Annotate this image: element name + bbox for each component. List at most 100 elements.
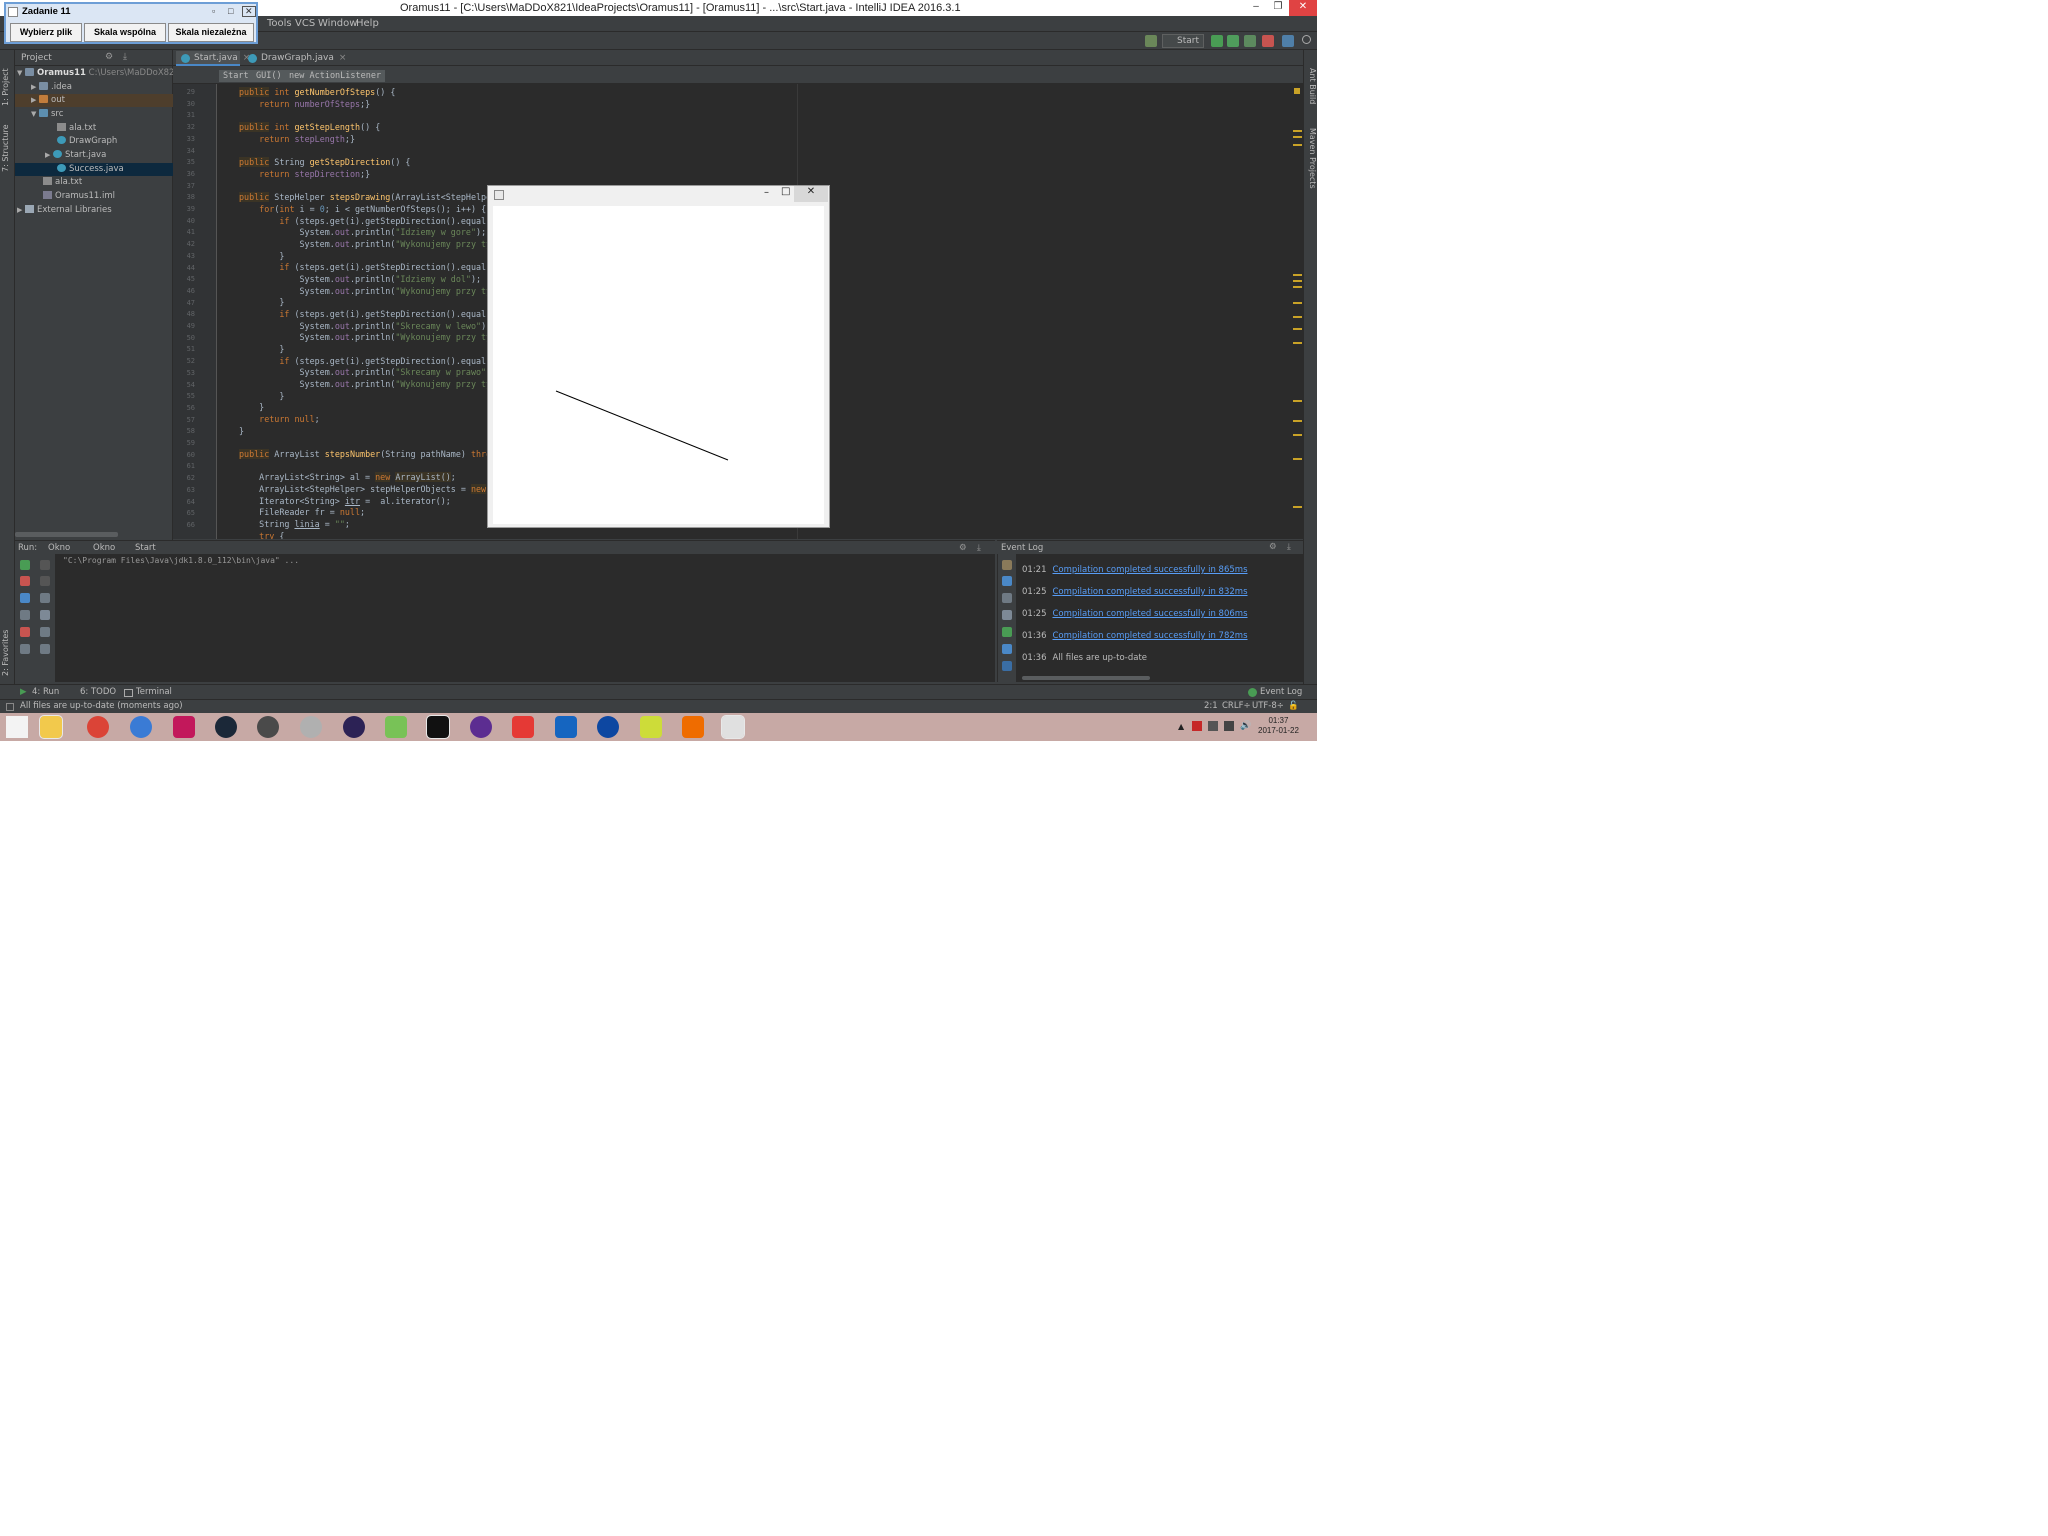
app-icon[interactable] [512, 716, 534, 738]
maximize-button[interactable]: □ [781, 186, 790, 197]
stripe-mark[interactable] [1293, 280, 1302, 282]
breadcrumb-start[interactable]: Start [219, 70, 253, 82]
file-explorer-icon[interactable] [39, 715, 63, 739]
tray-chevron-icon[interactable]: ▲ [1178, 722, 1184, 731]
app-icon[interactable] [257, 716, 279, 738]
down-icon[interactable] [40, 576, 50, 586]
trash-icon[interactable] [1002, 644, 1012, 654]
pause-icon[interactable] [20, 593, 30, 603]
stripe-mark[interactable] [1293, 130, 1302, 132]
lock-icon[interactable]: 🔓 [1288, 701, 1299, 711]
tool-tab-structure[interactable]: 7: Structure [1, 114, 14, 172]
dump-threads-icon[interactable] [20, 610, 30, 620]
stripe-mark[interactable] [1293, 286, 1302, 288]
stripe-mark[interactable] [1293, 328, 1302, 330]
network-icon[interactable] [1224, 721, 1234, 731]
stripe-mark[interactable] [1293, 434, 1302, 436]
maximize-button[interactable]: ❐ [1267, 0, 1289, 16]
java-icon[interactable] [721, 715, 745, 739]
mark-read-icon[interactable] [1002, 576, 1012, 586]
intellij-icon[interactable] [426, 715, 450, 739]
close-tab-icon[interactable]: × [339, 53, 347, 63]
tree-item-start-java[interactable]: ▶ Start.java [15, 149, 173, 162]
tool-tab-maven[interactable]: Maven Projects [1305, 128, 1317, 189]
common-scale-button[interactable]: Skala wspólna [84, 23, 166, 42]
stripe-mark[interactable] [1293, 144, 1302, 146]
choose-file-button[interactable]: Wybierz plik [10, 23, 82, 42]
tool-tab-ant-build[interactable]: Ant Build [1305, 68, 1317, 108]
breadcrumb-action-listener[interactable]: new ActionListener [285, 70, 386, 82]
android-studio-icon[interactable] [385, 716, 407, 738]
event-link[interactable]: Compilation completed successfully in 80… [1053, 609, 1248, 619]
hide-icon[interactable]: ⤓ [977, 543, 981, 553]
menu-tools[interactable]: Tools [267, 18, 292, 29]
build-icon[interactable] [1145, 35, 1157, 47]
close-icon[interactable]: ✕ [242, 6, 256, 17]
eclipse-icon[interactable] [343, 716, 365, 738]
stripe-mark[interactable] [1293, 342, 1302, 344]
rerun-icon[interactable] [20, 560, 30, 570]
tree-item-ala-txt[interactable]: ala.txt [15, 176, 173, 189]
event-link[interactable]: Compilation completed successfully in 86… [1053, 565, 1248, 575]
tree-item-drawgraph[interactable]: DrawGraph [15, 135, 173, 148]
app-icon[interactable] [682, 716, 704, 738]
tab-drawgraph-java[interactable]: DrawGraph.java × [243, 51, 346, 66]
app-icon[interactable] [597, 716, 619, 738]
scroll-to-end-icon[interactable] [1002, 610, 1012, 620]
horizontal-scrollbar[interactable] [1022, 676, 1150, 680]
help-icon[interactable] [1002, 661, 1012, 671]
stripe-mark[interactable] [1293, 400, 1302, 402]
stripe-mark[interactable] [1293, 302, 1302, 304]
hide-icon[interactable]: ⤓ [1287, 542, 1291, 552]
run-tab-start[interactable]: Start [135, 543, 156, 553]
visual-studio-icon[interactable] [470, 716, 492, 738]
file-encoding[interactable]: UTF-8÷ [1252, 701, 1284, 711]
tool-tab-favorites[interactable]: 2: Favorites [1, 620, 14, 676]
wrap-icon[interactable] [40, 593, 50, 603]
debug-icon[interactable] [1227, 35, 1239, 47]
console-output[interactable]: "C:\Program Files\Java\jdk1.8.0_112\bin\… [63, 556, 299, 565]
menu-window[interactable]: Window [318, 18, 357, 29]
breadcrumb-gui[interactable]: GUI() [252, 70, 286, 82]
tree-item-ala-txt-src[interactable]: ala.txt [15, 122, 173, 135]
scroll-to-end-icon[interactable] [40, 610, 50, 620]
wrap-icon[interactable] [1002, 593, 1012, 603]
stripe-mark[interactable] [1293, 316, 1302, 318]
restore-icon[interactable]: ▫ [212, 6, 215, 16]
tool-tab-terminal[interactable]: Terminal [136, 687, 172, 697]
run-icon[interactable] [1211, 35, 1223, 47]
chrome-icon[interactable] [87, 716, 109, 738]
event-link[interactable]: Compilation completed successfully in 83… [1053, 587, 1248, 597]
up-icon[interactable] [40, 560, 50, 570]
tray-icon[interactable] [1208, 721, 1218, 731]
stripe-mark[interactable] [1293, 136, 1302, 138]
app-icon[interactable] [173, 716, 195, 738]
drawing-canvas[interactable] [493, 206, 824, 524]
stripe-mark[interactable] [1293, 420, 1302, 422]
run-tab-okno-2[interactable]: Okno [93, 543, 115, 553]
exit-icon[interactable] [20, 627, 30, 637]
close-button[interactable]: ✕ [794, 186, 828, 202]
stop-icon[interactable] [20, 576, 30, 586]
tree-item-project-root[interactable]: ▼ Oramus11 C:\Users\MaDDoX821\Ic [15, 67, 173, 80]
maximize-icon[interactable]: □ [228, 6, 233, 16]
status-square-icon[interactable] [6, 703, 14, 711]
coverage-icon[interactable] [1244, 35, 1256, 47]
zadanie-window[interactable]: Zadanie 11 ▫ □ ✕ Wybierz plik Skala wspó… [4, 2, 258, 44]
gear-icon[interactable]: ⚙ [959, 543, 967, 553]
project-header-label[interactable]: Project [21, 53, 52, 63]
search-icon[interactable] [1302, 35, 1311, 44]
minimize-button[interactable]: – [764, 187, 769, 198]
settings-icon[interactable] [1002, 560, 1012, 570]
tree-item-external-libraries[interactable]: ▶ External Libraries [15, 204, 173, 217]
close-button[interactable]: ✕ [1289, 0, 1317, 16]
windows-start-icon[interactable] [6, 716, 28, 738]
tool-tab-todo[interactable]: 6: TODO [80, 687, 116, 697]
tree-item-iml[interactable]: Oramus11.iml [15, 190, 173, 203]
steam-icon[interactable] [215, 716, 237, 738]
tree-item-src[interactable]: ▼ src [15, 108, 173, 121]
run-tab-okno-1[interactable]: Okno [48, 543, 70, 553]
stop-icon[interactable] [1262, 35, 1274, 47]
system-clock[interactable]: 01:37 2017-01-22 [1258, 716, 1299, 736]
print-icon[interactable] [40, 627, 50, 637]
